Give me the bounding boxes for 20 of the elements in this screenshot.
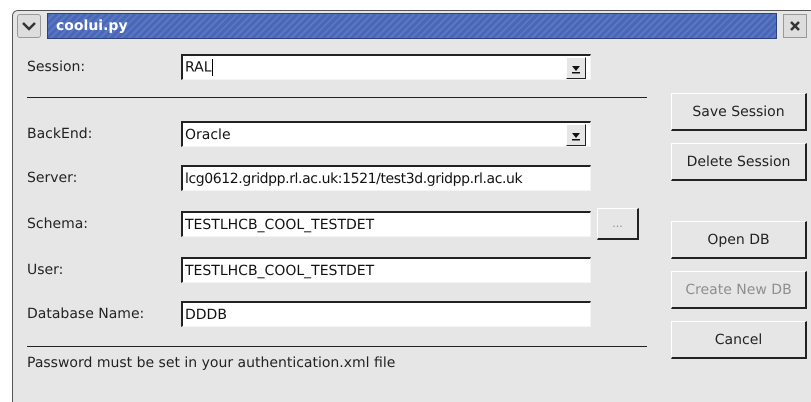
- status-message: Password must be set in your authentication.xml file: [27, 355, 396, 371]
- action-button[interactable]: Delete Session: [671, 143, 807, 181]
- input-field[interactable]: TESTLHCB_COOL_TESTDET: [181, 257, 591, 283]
- window-title: coolui.py: [56, 18, 128, 34]
- close-icon[interactable]: [783, 14, 807, 38]
- action-button[interactable]: Open DB: [671, 221, 807, 259]
- combo-box[interactable]: RAL: [181, 54, 591, 80]
- action-button[interactable]: Save Session: [671, 93, 807, 131]
- field-label: Schema:: [27, 216, 90, 232]
- menu-icon[interactable]: [17, 14, 41, 38]
- field-label: BackEnd:: [27, 126, 94, 142]
- field-label: Database Name:: [27, 306, 146, 322]
- input-field[interactable]: DDDB: [181, 301, 591, 327]
- field-label: Session:: [27, 59, 86, 75]
- input-field[interactable]: lcg0612.gridpp.rl.ac.uk:1521/test3d.gridpp.rl.ac.uk: [181, 165, 591, 191]
- dropdown[interactable]: Oracle: [181, 121, 591, 147]
- action-button[interactable]: Cancel: [671, 321, 807, 359]
- input-field[interactable]: TESTLHCB_COOL_TESTDET: [181, 211, 591, 237]
- field-label: User:: [27, 262, 64, 278]
- field-label: Server:: [27, 170, 78, 186]
